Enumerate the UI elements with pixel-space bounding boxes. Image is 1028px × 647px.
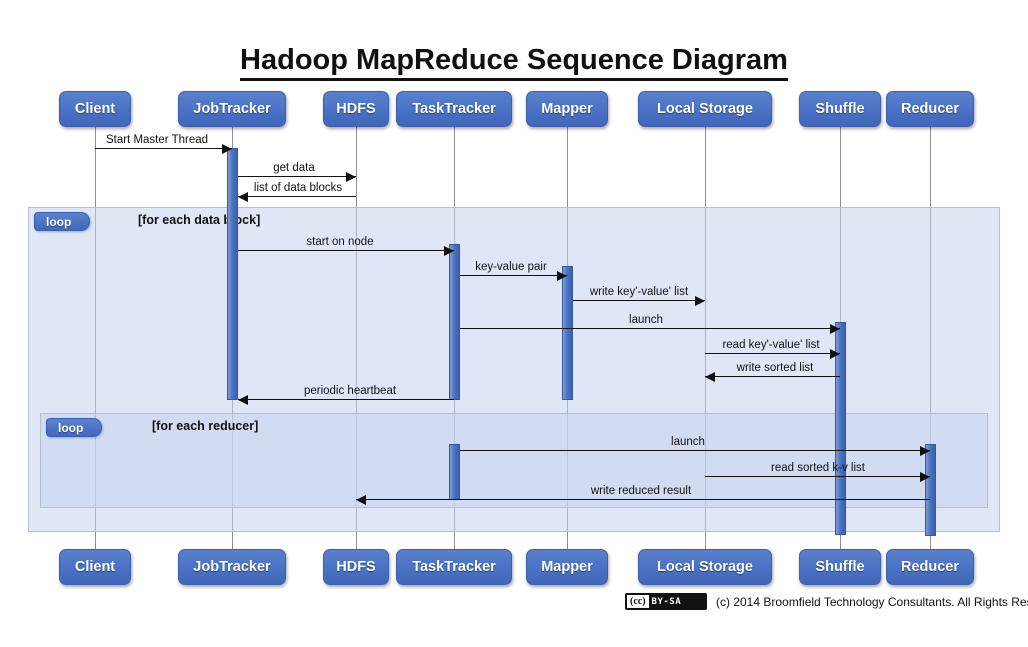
page-title-text: Hadoop MapReduce Sequence Diagram bbox=[240, 44, 788, 81]
actor-foot-mapper: Mapper bbox=[526, 549, 608, 585]
actor-label: Reducer bbox=[900, 559, 960, 575]
actor-head-reducer: Reducer bbox=[886, 91, 974, 127]
message-line-read-sorted-kv-list bbox=[705, 476, 930, 477]
activation-mapper-main bbox=[562, 266, 573, 400]
fragment-label-loop-data-block: loop bbox=[34, 212, 90, 231]
actor-head-hdfs: HDFS bbox=[323, 91, 389, 127]
actor-label: HDFS bbox=[336, 101, 376, 117]
message-arrowhead-key-value-pair bbox=[557, 271, 567, 281]
activation-reducer-main bbox=[925, 444, 936, 536]
message-label-write-kv-prime-list: write key'-value' list bbox=[589, 286, 689, 298]
actor-foot-jobtracker: JobTracker bbox=[178, 549, 286, 585]
message-arrowhead-read-sorted-kv-list bbox=[920, 472, 930, 482]
actor-label: TaskTracker bbox=[412, 559, 496, 575]
message-label-read-kv-prime-list: read key'-value' list bbox=[722, 339, 820, 351]
message-arrowhead-launch-reducer bbox=[920, 446, 930, 456]
message-arrowhead-periodic-heartbeat bbox=[238, 395, 248, 405]
actor-foot-reducer: Reducer bbox=[886, 549, 974, 585]
message-arrowhead-start-on-node bbox=[444, 246, 454, 256]
message-label-start-master-thread: Start Master Thread bbox=[105, 134, 209, 146]
message-label-launch-shuffle: launch bbox=[629, 314, 663, 326]
actor-label: Mapper bbox=[541, 101, 593, 117]
message-line-start-on-node bbox=[238, 250, 454, 251]
message-arrowhead-get-data bbox=[346, 172, 356, 182]
message-line-get-data bbox=[238, 176, 356, 177]
message-arrowhead-launch-shuffle bbox=[830, 324, 840, 334]
actor-foot-local-storage: Local Storage bbox=[638, 549, 772, 585]
actor-foot-tasktracker: TaskTracker bbox=[396, 549, 512, 585]
activation-tasktracker-reduce bbox=[449, 444, 460, 500]
actor-label: Mapper bbox=[541, 559, 593, 575]
fragment-keyword: loop bbox=[58, 420, 84, 435]
actor-foot-hdfs: HDFS bbox=[323, 549, 389, 585]
message-line-read-kv-prime-list bbox=[705, 353, 840, 354]
fragment-guard-loop-data-block: [for each data block] bbox=[138, 213, 261, 227]
activation-tasktracker-main bbox=[449, 244, 460, 400]
actor-label: Local Storage bbox=[657, 559, 753, 575]
fragment-keyword: loop bbox=[46, 214, 72, 229]
message-line-write-kv-prime-list bbox=[573, 300, 705, 301]
message-arrowhead-write-reduced-result bbox=[356, 495, 366, 505]
actor-label: Shuffle bbox=[815, 101, 865, 117]
actor-head-jobtracker: JobTracker bbox=[178, 91, 286, 127]
fragment-label-loop-reducer: loop bbox=[46, 418, 102, 437]
copyright-text: (c) 2014 Broomfield Technology Consultan… bbox=[716, 595, 1028, 609]
message-label-periodic-heartbeat: periodic heartbeat bbox=[303, 385, 397, 397]
message-arrowhead-start-master-thread bbox=[222, 144, 232, 154]
cc-mark: (cc) bbox=[630, 596, 646, 607]
message-line-key-value-pair bbox=[460, 275, 567, 276]
actor-label: Shuffle bbox=[815, 559, 865, 575]
sequence-diagram: Hadoop MapReduce Sequence Diagram loop [f… bbox=[0, 0, 1028, 647]
actor-label: Client bbox=[74, 559, 116, 575]
message-label-read-sorted-kv-list: read sorted k-v list bbox=[771, 462, 865, 474]
actor-head-shuffle: Shuffle bbox=[799, 91, 881, 127]
cc-license-text: BY-SA bbox=[648, 595, 705, 608]
actor-label: Local Storage bbox=[657, 101, 753, 117]
message-label-write-reduced-result: write reduced result bbox=[590, 485, 692, 497]
message-label-write-sorted-list: write sorted list bbox=[736, 362, 814, 374]
message-label-list-of-data-blocks: list of data blocks bbox=[253, 182, 343, 194]
actor-label: HDFS bbox=[336, 559, 376, 575]
message-label-key-value-pair: key-value pair bbox=[475, 261, 547, 273]
actor-label: TaskTracker bbox=[412, 101, 496, 117]
message-line-start-master-thread bbox=[95, 148, 232, 149]
actor-head-client: Client bbox=[59, 91, 131, 127]
message-arrowhead-write-sorted-list bbox=[705, 372, 715, 382]
message-arrowhead-read-kv-prime-list bbox=[830, 349, 840, 359]
message-line-write-sorted-list bbox=[705, 376, 840, 377]
message-line-list-of-data-blocks bbox=[238, 196, 356, 197]
message-label-launch-reducer: launch bbox=[671, 436, 705, 448]
message-line-launch-shuffle bbox=[460, 328, 840, 329]
message-line-periodic-heartbeat bbox=[238, 399, 454, 400]
message-label-start-on-node: start on node bbox=[306, 236, 374, 248]
message-line-launch-reducer bbox=[460, 450, 930, 451]
page-title: Hadoop MapReduce Sequence Diagram bbox=[0, 44, 1028, 81]
actor-label: Reducer bbox=[900, 101, 960, 117]
message-arrowhead-list-of-data-blocks bbox=[238, 192, 248, 202]
activation-jobtracker-main bbox=[227, 148, 238, 400]
cc-license-badge: (cc) BY-SA bbox=[625, 593, 707, 610]
actor-head-tasktracker: TaskTracker bbox=[396, 91, 512, 127]
fragment-guard-loop-reducer: [for each reducer] bbox=[152, 419, 259, 433]
actor-foot-client: Client bbox=[59, 549, 131, 585]
message-arrowhead-write-kv-prime-list bbox=[695, 296, 705, 306]
actor-head-mapper: Mapper bbox=[526, 91, 608, 127]
message-line-write-reduced-result bbox=[356, 499, 930, 500]
actor-label: Client bbox=[74, 101, 116, 117]
actor-label: JobTracker bbox=[193, 559, 271, 575]
actor-foot-shuffle: Shuffle bbox=[799, 549, 881, 585]
actor-head-local-storage: Local Storage bbox=[638, 91, 772, 127]
message-label-get-data: get data bbox=[273, 162, 315, 174]
actor-label: JobTracker bbox=[193, 101, 271, 117]
